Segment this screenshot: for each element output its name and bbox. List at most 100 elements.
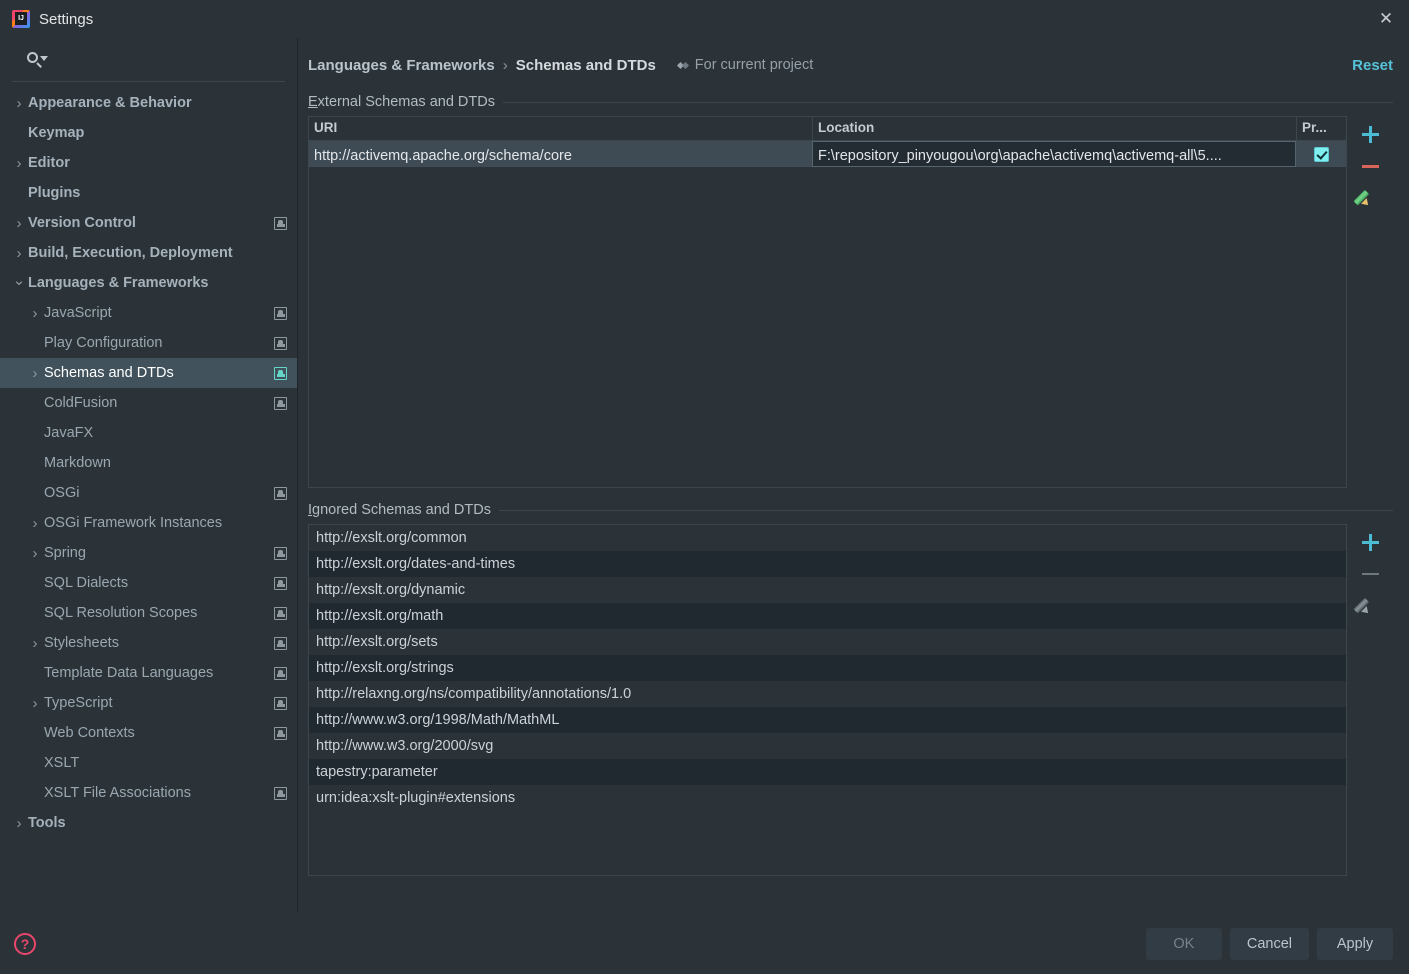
- sidebar-item-keymap[interactable]: Keymap: [0, 118, 297, 148]
- sidebar-item-tools[interactable]: Tools: [0, 808, 297, 838]
- sidebar-item-build-execution-deployment[interactable]: Build, Execution, Deployment: [0, 238, 297, 268]
- close-icon[interactable]: ✕: [1363, 0, 1409, 38]
- sidebar-item-play-configuration[interactable]: Play Configuration: [0, 328, 297, 358]
- sidebar-item-plugins[interactable]: Plugins: [0, 178, 297, 208]
- list-item[interactable]: tapestry:parameter: [309, 759, 1346, 785]
- sidebar-item-web-contexts[interactable]: Web Contexts: [0, 718, 297, 748]
- sidebar-item-schemas-and-dtds[interactable]: Schemas and DTDs: [0, 358, 297, 388]
- sidebar-item-label: Markdown: [44, 455, 111, 471]
- list-item[interactable]: http://exslt.org/dates-and-times: [309, 551, 1346, 577]
- cell-uri[interactable]: http://activemq.apache.org/schema/core: [309, 141, 812, 167]
- settings-main-panel: Languages & Frameworks › Schemas and DTD…: [298, 38, 1409, 912]
- ignored-schemas-group-header: Ignored Schemas and DTDs: [308, 502, 1393, 518]
- sidebar-item-xslt-file-associations[interactable]: XSLT File Associations: [0, 778, 297, 808]
- sidebar-item-label: Web Contexts: [44, 725, 135, 741]
- chevron-right-icon[interactable]: [26, 636, 44, 651]
- minus-icon: [1361, 164, 1379, 168]
- column-header-uri[interactable]: URI: [309, 117, 812, 140]
- chevron-right-icon[interactable]: [26, 546, 44, 561]
- ignored-schemas-list: http://exslt.org/common http://exslt.org/…: [308, 524, 1347, 876]
- help-question-icon[interactable]: ?: [14, 932, 36, 955]
- sidebar-item-coldfusion[interactable]: ColdFusion: [0, 388, 297, 418]
- ignored-schemas-toolbar: [1347, 524, 1393, 876]
- chevron-right-icon[interactable]: [10, 96, 28, 111]
- sidebar-item-label: ColdFusion: [44, 395, 118, 411]
- external-schemas-toolbar: [1347, 116, 1393, 488]
- chevron-right-icon[interactable]: [26, 696, 44, 711]
- breadcrumb-parent[interactable]: Languages & Frameworks: [308, 57, 495, 74]
- column-header-location[interactable]: Location: [812, 117, 1296, 140]
- sidebar-item-javafx[interactable]: JavaFX: [0, 418, 297, 448]
- reset-link[interactable]: Reset: [1352, 57, 1393, 74]
- chevron-right-icon[interactable]: [10, 156, 28, 171]
- sidebar-item-typescript[interactable]: TypeScript: [0, 688, 297, 718]
- sidebar-item-markdown[interactable]: Markdown: [0, 448, 297, 478]
- sidebar-item-label: Spring: [44, 545, 86, 561]
- add-external-schema-button[interactable]: [1352, 118, 1388, 150]
- sidebar-item-osgi-framework-instances[interactable]: OSGi Framework Instances: [0, 508, 297, 538]
- sidebar-item-stylesheets[interactable]: Stylesheets: [0, 628, 297, 658]
- sidebar-item-label: JavaFX: [44, 425, 94, 441]
- dialog-footer: ? OK Cancel Apply: [0, 912, 1409, 974]
- chevron-right-icon[interactable]: [26, 516, 44, 531]
- project-module-badge-icon: [274, 396, 287, 410]
- sidebar-item-spring[interactable]: Spring: [0, 538, 297, 568]
- list-item[interactable]: http://exslt.org/math: [309, 603, 1346, 629]
- sidebar-item-appearance-behavior[interactable]: Appearance & Behavior: [0, 88, 297, 118]
- list-item[interactable]: http://exslt.org/strings: [309, 655, 1346, 681]
- project-module-badge-icon: [274, 216, 287, 230]
- search-input[interactable]: [50, 50, 271, 69]
- sidebar-item-template-data-languages[interactable]: Template Data Languages: [0, 658, 297, 688]
- list-item[interactable]: http://exslt.org/sets: [309, 629, 1346, 655]
- chevron-right-icon[interactable]: [26, 366, 44, 381]
- list-item[interactable]: http://relaxng.org/ns/compatibility/anno…: [309, 681, 1346, 707]
- sidebar-item-label: Stylesheets: [44, 635, 119, 651]
- sidebar-item-label: XSLT: [44, 755, 80, 771]
- external-schemas-table: URI Location Pr... http://activemq.apach…: [308, 116, 1347, 488]
- breadcrumb-current: Schemas and DTDs: [515, 56, 656, 74]
- chevron-right-icon[interactable]: [10, 216, 28, 231]
- chevron-right-icon[interactable]: [10, 816, 28, 831]
- cell-project[interactable]: [1296, 141, 1346, 167]
- table-row[interactable]: http://activemq.apache.org/schema/core F:…: [309, 141, 1346, 167]
- list-item[interactable]: http://exslt.org/dynamic: [309, 577, 1346, 603]
- sidebar-item-osgi[interactable]: OSGi: [0, 478, 297, 508]
- sidebar-item-label: Keymap: [28, 125, 85, 141]
- sidebar-item-label: JavaScript: [44, 305, 112, 321]
- sidebar-item-javascript[interactable]: JavaScript: [0, 298, 297, 328]
- chevron-right-icon[interactable]: [26, 306, 44, 321]
- breadcrumb-separator-icon: ›: [502, 56, 508, 74]
- ok-button: OK: [1145, 927, 1222, 960]
- project-checkbox[interactable]: [1313, 146, 1329, 162]
- project-module-badge-icon: [274, 366, 287, 380]
- add-ignored-schema-button[interactable]: [1352, 526, 1388, 558]
- sidebar-item-languages-frameworks[interactable]: Languages & Frameworks: [0, 268, 297, 298]
- list-item[interactable]: http://exslt.org/common: [309, 525, 1346, 551]
- project-module-badge-icon: [274, 606, 287, 620]
- project-module-badge-icon: [274, 636, 287, 650]
- list-item[interactable]: http://www.w3.org/1998/Math/MathML: [309, 707, 1346, 733]
- column-header-project[interactable]: Pr...: [1296, 117, 1346, 140]
- apply-button[interactable]: Apply: [1317, 927, 1393, 960]
- remove-external-schema-button[interactable]: [1352, 150, 1388, 182]
- sidebar-item-sql-dialects[interactable]: SQL Dialects: [0, 568, 297, 598]
- edit-external-schema-button[interactable]: [1352, 182, 1388, 214]
- sidebar-item-xslt[interactable]: XSLT: [0, 748, 297, 778]
- cancel-button[interactable]: Cancel: [1229, 927, 1309, 960]
- settings-search-row[interactable]: [12, 38, 285, 82]
- cell-location[interactable]: F:\repository_pinyougou\org\apache\activ…: [812, 141, 1296, 167]
- sidebar-item-sql-resolution-scopes[interactable]: SQL Resolution Scopes: [0, 598, 297, 628]
- project-module-badge-icon: [274, 306, 287, 320]
- intellij-idea-icon: [12, 10, 30, 28]
- chevron-right-icon[interactable]: [10, 246, 28, 261]
- sidebar-item-label: Appearance & Behavior: [28, 95, 192, 111]
- list-item[interactable]: http://www.w3.org/2000/svg: [309, 733, 1346, 759]
- sidebar-item-editor[interactable]: Editor: [0, 148, 297, 178]
- chevron-down-icon[interactable]: [10, 276, 28, 291]
- sidebar-item-label: SQL Dialects: [44, 575, 129, 591]
- sidebar-item-label: SQL Resolution Scopes: [44, 605, 198, 621]
- sidebar-item-version-control[interactable]: Version Control: [0, 208, 297, 238]
- list-item[interactable]: urn:idea:xslt-plugin#extensions: [309, 785, 1346, 811]
- project-module-badge-icon: [274, 576, 287, 590]
- sidebar-item-label: OSGi Framework Instances: [44, 515, 223, 531]
